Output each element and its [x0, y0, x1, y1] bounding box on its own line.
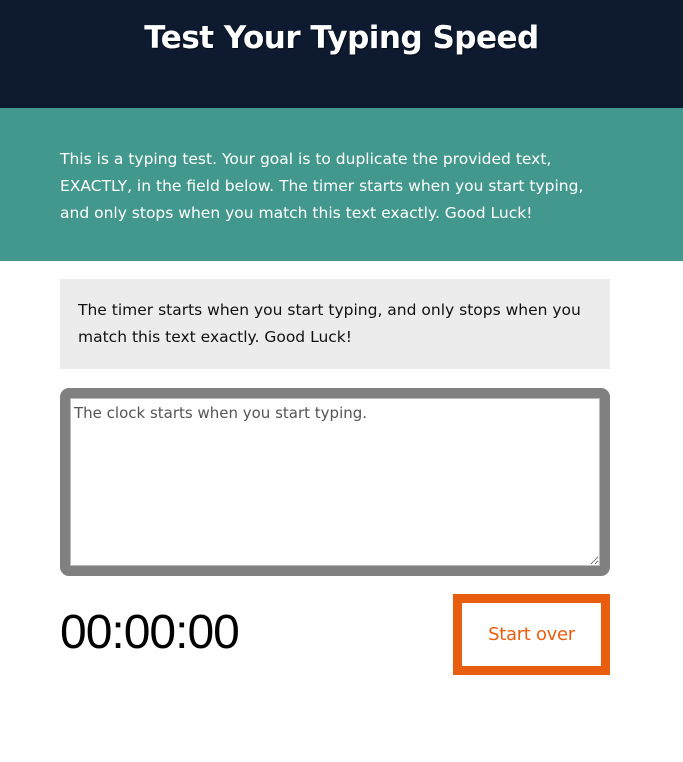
test-area-wrapper	[60, 388, 610, 576]
intro-section: This is a typing test. Your goal is to d…	[0, 108, 683, 261]
start-over-button[interactable]: Start over	[453, 594, 610, 675]
origin-text: The timer starts when you start typing, …	[78, 301, 581, 346]
main-content: The timer starts when you start typing, …	[60, 279, 610, 675]
typing-input[interactable]	[70, 398, 600, 566]
masthead: Test Your Typing Speed	[0, 0, 683, 108]
origin-text-box: The timer starts when you start typing, …	[60, 279, 610, 369]
page-title: Test Your Typing Speed	[144, 20, 539, 56]
meta-row: 00:00:00 Start over	[60, 576, 610, 675]
timer-display: 00:00:00	[60, 606, 240, 659]
intro-text: This is a typing test. Your goal is to d…	[60, 150, 584, 222]
typing-test-page: Test Your Typing Speed This is a typing …	[0, 0, 683, 762]
